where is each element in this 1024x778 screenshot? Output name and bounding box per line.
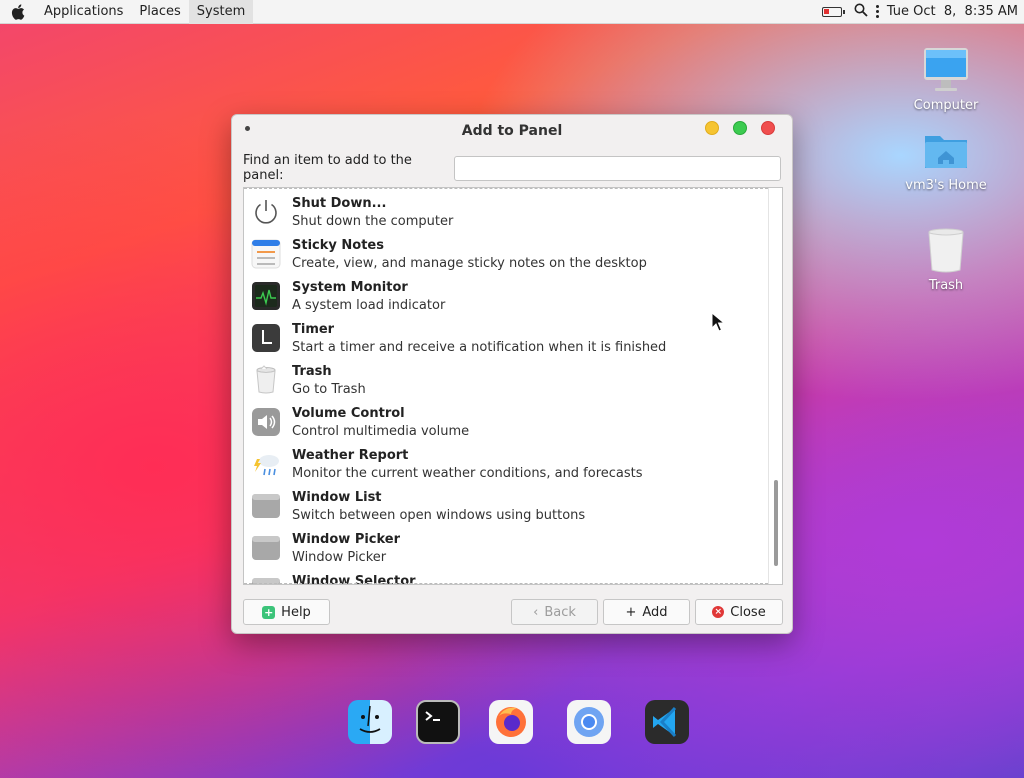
- item-name: System Monitor: [292, 280, 408, 295]
- list-item-system-monitor[interactable]: System Monitor A system load indicator: [244, 275, 768, 317]
- find-item-input[interactable]: [454, 155, 781, 181]
- dialog-titlebar[interactable]: Add to Panel: [232, 115, 792, 147]
- window-list-icon: [251, 491, 281, 521]
- list-top-edge: [244, 188, 768, 189]
- list-item-shut-down[interactable]: Shut Down... Shut down the computer: [244, 191, 768, 233]
- trash-icon: [922, 226, 970, 274]
- item-desc: Switch between open windows using button…: [292, 508, 586, 523]
- desktop-icon-home[interactable]: vm3's Home: [901, 126, 991, 193]
- desktop-icon-computer[interactable]: Computer: [901, 46, 991, 113]
- volume-icon: [251, 407, 281, 437]
- close-window-button[interactable]: [761, 121, 775, 135]
- close-button[interactable]: × Close: [695, 599, 783, 625]
- desktop-icon-label: Computer: [913, 98, 979, 113]
- item-desc: Create, view, and manage sticky notes on…: [292, 256, 647, 271]
- item-name: Volume Control: [292, 406, 405, 421]
- list-item-weather-report[interactable]: Weather Report Monitor the current weath…: [244, 443, 768, 485]
- add-to-panel-dialog: Add to Panel Find an item to add to the …: [231, 114, 793, 634]
- item-name: Timer: [292, 322, 335, 337]
- search-icon[interactable]: [854, 3, 868, 21]
- menu-places[interactable]: Places: [131, 0, 188, 24]
- window-picker-icon: [251, 533, 281, 563]
- home-folder-icon: [922, 126, 970, 174]
- window-menu-icon[interactable]: [245, 126, 250, 131]
- desktop-icon-label: Trash: [928, 278, 964, 293]
- chevron-left-icon: ‹: [533, 604, 539, 620]
- back-button-label: Back: [544, 604, 576, 620]
- item-name: Window Picker: [292, 532, 401, 547]
- terminal-icon[interactable]: [416, 700, 460, 744]
- sticky-notes-icon: [251, 239, 281, 269]
- maximize-button[interactable]: [733, 121, 747, 135]
- list-scrollbar[interactable]: [768, 188, 782, 584]
- desktop-icon-trash[interactable]: Trash: [901, 226, 991, 293]
- back-button[interactable]: ‹ Back: [511, 599, 598, 625]
- list-item-window-picker[interactable]: Window Picker Window Picker: [244, 527, 768, 569]
- close-button-label: Close: [730, 604, 766, 620]
- find-label: Find an item to add to the panel:: [243, 153, 412, 183]
- add-button-label: Add: [642, 604, 668, 620]
- item-name: Shut Down...: [292, 196, 387, 211]
- item-name: Trash: [292, 364, 332, 379]
- vscode-icon[interactable]: [645, 700, 689, 744]
- plus-icon: +: [625, 604, 637, 620]
- help-icon: +: [262, 605, 276, 619]
- dock: [0, 700, 1024, 748]
- item-name: Sticky Notes: [292, 238, 384, 253]
- mouse-pointer-icon: [711, 311, 726, 332]
- item-desc: Window Picker: [292, 550, 387, 565]
- item-desc: Monitor the current weather conditions, …: [292, 466, 643, 481]
- finder-icon[interactable]: [348, 700, 392, 744]
- list-bottom-edge: [244, 583, 768, 584]
- help-button[interactable]: + Help: [243, 599, 330, 625]
- applet-list[interactable]: Shut Down... Shut down the computer Stic…: [243, 187, 783, 585]
- menu-system[interactable]: System: [188, 0, 254, 24]
- firefox-icon[interactable]: [489, 700, 533, 744]
- list-item-sticky-notes[interactable]: Sticky Notes Create, view, and manage st…: [244, 233, 768, 275]
- list-item-timer[interactable]: Timer Start a timer and receive a notifi…: [244, 317, 768, 359]
- battery-icon[interactable]: [821, 6, 845, 17]
- item-desc: Shut down the computer: [292, 214, 454, 229]
- trash-icon: [251, 365, 281, 395]
- weather-icon: [251, 449, 281, 479]
- timer-icon: [251, 323, 281, 353]
- item-name: Window List: [292, 490, 382, 505]
- scrollbar-thumb[interactable]: [774, 480, 778, 566]
- clock[interactable]: Tue Oct 8, 8:35 AM: [887, 4, 1018, 19]
- close-icon: ×: [712, 606, 725, 618]
- add-button[interactable]: + Add: [603, 599, 690, 625]
- item-desc: Start a timer and receive a notification…: [292, 340, 667, 355]
- item-desc: A system load indicator: [292, 298, 446, 313]
- menu-applications[interactable]: Applications: [36, 0, 131, 24]
- apple-menu-icon[interactable]: [0, 3, 36, 20]
- desktop-icon-label: vm3's Home: [905, 178, 987, 193]
- item-desc: Go to Trash: [292, 382, 366, 397]
- help-button-label: Help: [281, 604, 311, 620]
- chromium-icon[interactable]: [567, 700, 611, 744]
- system-monitor-icon: [251, 281, 281, 311]
- list-item-trash[interactable]: Trash Go to Trash: [244, 359, 768, 401]
- more-menu-icon[interactable]: [874, 5, 881, 18]
- list-item-window-list[interactable]: Window List Switch between open windows …: [244, 485, 768, 527]
- item-name: Weather Report: [292, 448, 409, 463]
- computer-icon: [922, 46, 970, 94]
- power-icon: [251, 197, 281, 227]
- top-menu-bar: Applications Places System Tue Oct 8, 8:…: [0, 0, 1024, 24]
- list-item-volume-control[interactable]: Volume Control Control multimedia volume: [244, 401, 768, 443]
- minimize-button[interactable]: [705, 121, 719, 135]
- item-desc: Control multimedia volume: [292, 424, 470, 439]
